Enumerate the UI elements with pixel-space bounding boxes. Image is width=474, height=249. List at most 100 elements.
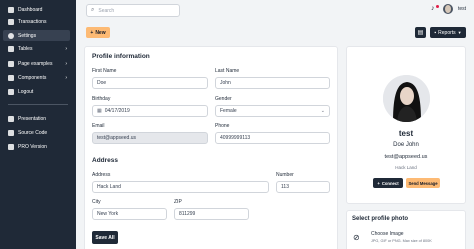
chevron-right-icon: › [65,60,67,67]
zip-label: ZIP [174,199,182,205]
reports-button[interactable]: ▪ Reports ▼ [430,27,466,38]
tables-icon [8,45,14,52]
profile-location: Hack Land [395,165,417,170]
sidebar-item-label: Components [18,74,47,81]
sidebar-divider [8,104,68,105]
sidebar-item-label: Page examples [18,60,53,67]
sidebar-item-tables[interactable]: Tables › [3,43,70,54]
zip-field[interactable]: 811299 [174,208,249,220]
notification-dot [435,5,439,8]
settings-icon [8,32,14,39]
address-label: Address [92,172,111,178]
sidebar-item-label: Settings [18,32,37,39]
connect-button[interactable]: + Connect [373,178,403,188]
profile-email: test@appseed.us [384,154,428,160]
presentation-icon [8,115,14,122]
number-field[interactable]: 113 [276,181,330,193]
source-code-icon [8,129,14,136]
phone-field[interactable]: 40999999113 [215,132,330,144]
gender-label: Gender [215,96,232,102]
user-menu[interactable]: ♪ test [431,4,466,14]
sidebar-item-label: Presentation [18,115,47,122]
sidebar-item-transactions[interactable]: Transactions [3,16,70,27]
first-name-label: First Name [92,68,117,74]
chevron-down-icon: ⌄ [320,108,325,114]
sidebar-item-source-code[interactable]: Source Code [3,127,70,138]
first-name-value: Doe [97,80,107,86]
last-name-field[interactable]: John [215,77,330,89]
sidebar: Dashboard Transactions Settings Tables › … [0,0,76,249]
address-field[interactable]: Hack Land [92,181,269,193]
sidebar-item-components[interactable]: Components › [3,72,70,83]
choose-image-button[interactable]: Choose Image [371,231,404,237]
city-field[interactable]: New York [92,208,167,220]
components-icon [8,74,14,81]
sidebar-item-page-examples[interactable]: Page examples › [3,58,70,69]
profile-full-name: Doe John [393,142,419,148]
photo-card-title: Select profile photo [352,216,409,222]
new-button[interactable]: + New [86,27,110,38]
city-label: City [92,199,101,205]
save-all-button[interactable]: Save All [92,231,118,244]
gender-select[interactable]: Female ⌄ [215,105,330,117]
profile-info-title: Profile information [92,53,150,60]
profile-photo-image [383,75,430,122]
reports-icon: ▪ [434,29,437,36]
paperclip-icon: ⊘ [353,233,360,242]
email-field[interactable]: test@appseed.us [92,132,208,144]
reports-button-label: Reports [438,29,456,36]
plus-icon: + [90,29,94,36]
send-message-button[interactable]: Send Message [406,178,440,188]
profile-photo [383,75,430,122]
city-value: New York [97,211,119,217]
birthday-field[interactable]: ▦ 04/17/2019 [92,105,208,117]
logout-icon [8,88,14,95]
profile-username: test [398,129,414,138]
phone-label: Phone [215,123,230,129]
email-value: test@appseed.us [97,135,136,141]
zip-value: 811299 [179,211,196,217]
transactions-icon [8,18,14,25]
connect-button-label: Connect [381,180,399,186]
bell-icon[interactable]: ♪ [431,5,439,13]
sidebar-item-presentation[interactable]: Presentation [3,113,70,124]
chevron-right-icon: › [65,74,67,81]
address-title: Address [92,157,119,164]
sidebar-item-dashboard[interactable]: Dashboard [3,4,70,15]
gender-value: Female [220,108,237,114]
phone-value: 40999999113 [220,135,251,141]
sidebar-item-label: Transactions [18,18,47,25]
search-input[interactable]: Search [98,8,114,14]
user-name[interactable]: test [458,6,466,12]
chevron-down-icon: ▼ [457,30,462,35]
chevron-right-icon: › [65,45,67,52]
address-value: Hack Land [97,184,121,190]
sidebar-item-pro-version[interactable]: PRO Version [3,141,70,152]
sidebar-item-label: Logout [18,88,34,95]
number-value: 113 [281,184,289,190]
number-label: Number [276,172,294,178]
sidebar-item-label: PRO Version [18,143,47,150]
last-name-value: John [220,80,231,86]
calendar-button[interactable]: ▤ [415,27,426,38]
sidebar-item-label: Source Code [18,129,48,136]
search-icon: ⌕ [91,7,95,13]
dashboard-icon [8,6,14,13]
new-button-label: New [95,29,106,36]
photo-hint: JPG, GIF or PNG. Max size of 800K [371,239,432,243]
sidebar-item-label: Dashboard [18,6,43,13]
sidebar-item-settings[interactable]: Settings [3,30,70,41]
pro-icon [8,143,14,150]
sidebar-item-label: Tables [18,45,33,52]
email-label: Email [92,123,105,129]
user-plus-icon: + [377,180,380,186]
avatar[interactable] [442,4,453,14]
calendar-icon: ▦ [97,108,102,114]
birthday-label: Birthday [92,96,111,102]
birthday-value: 04/17/2019 [104,108,130,114]
sidebar-item-logout[interactable]: Logout [3,86,70,97]
calendar-icon: ▤ [417,30,424,36]
search-bar[interactable]: ⌕ Search [86,4,180,17]
page-examples-icon [8,60,14,67]
first-name-field[interactable]: Doe [92,77,208,89]
